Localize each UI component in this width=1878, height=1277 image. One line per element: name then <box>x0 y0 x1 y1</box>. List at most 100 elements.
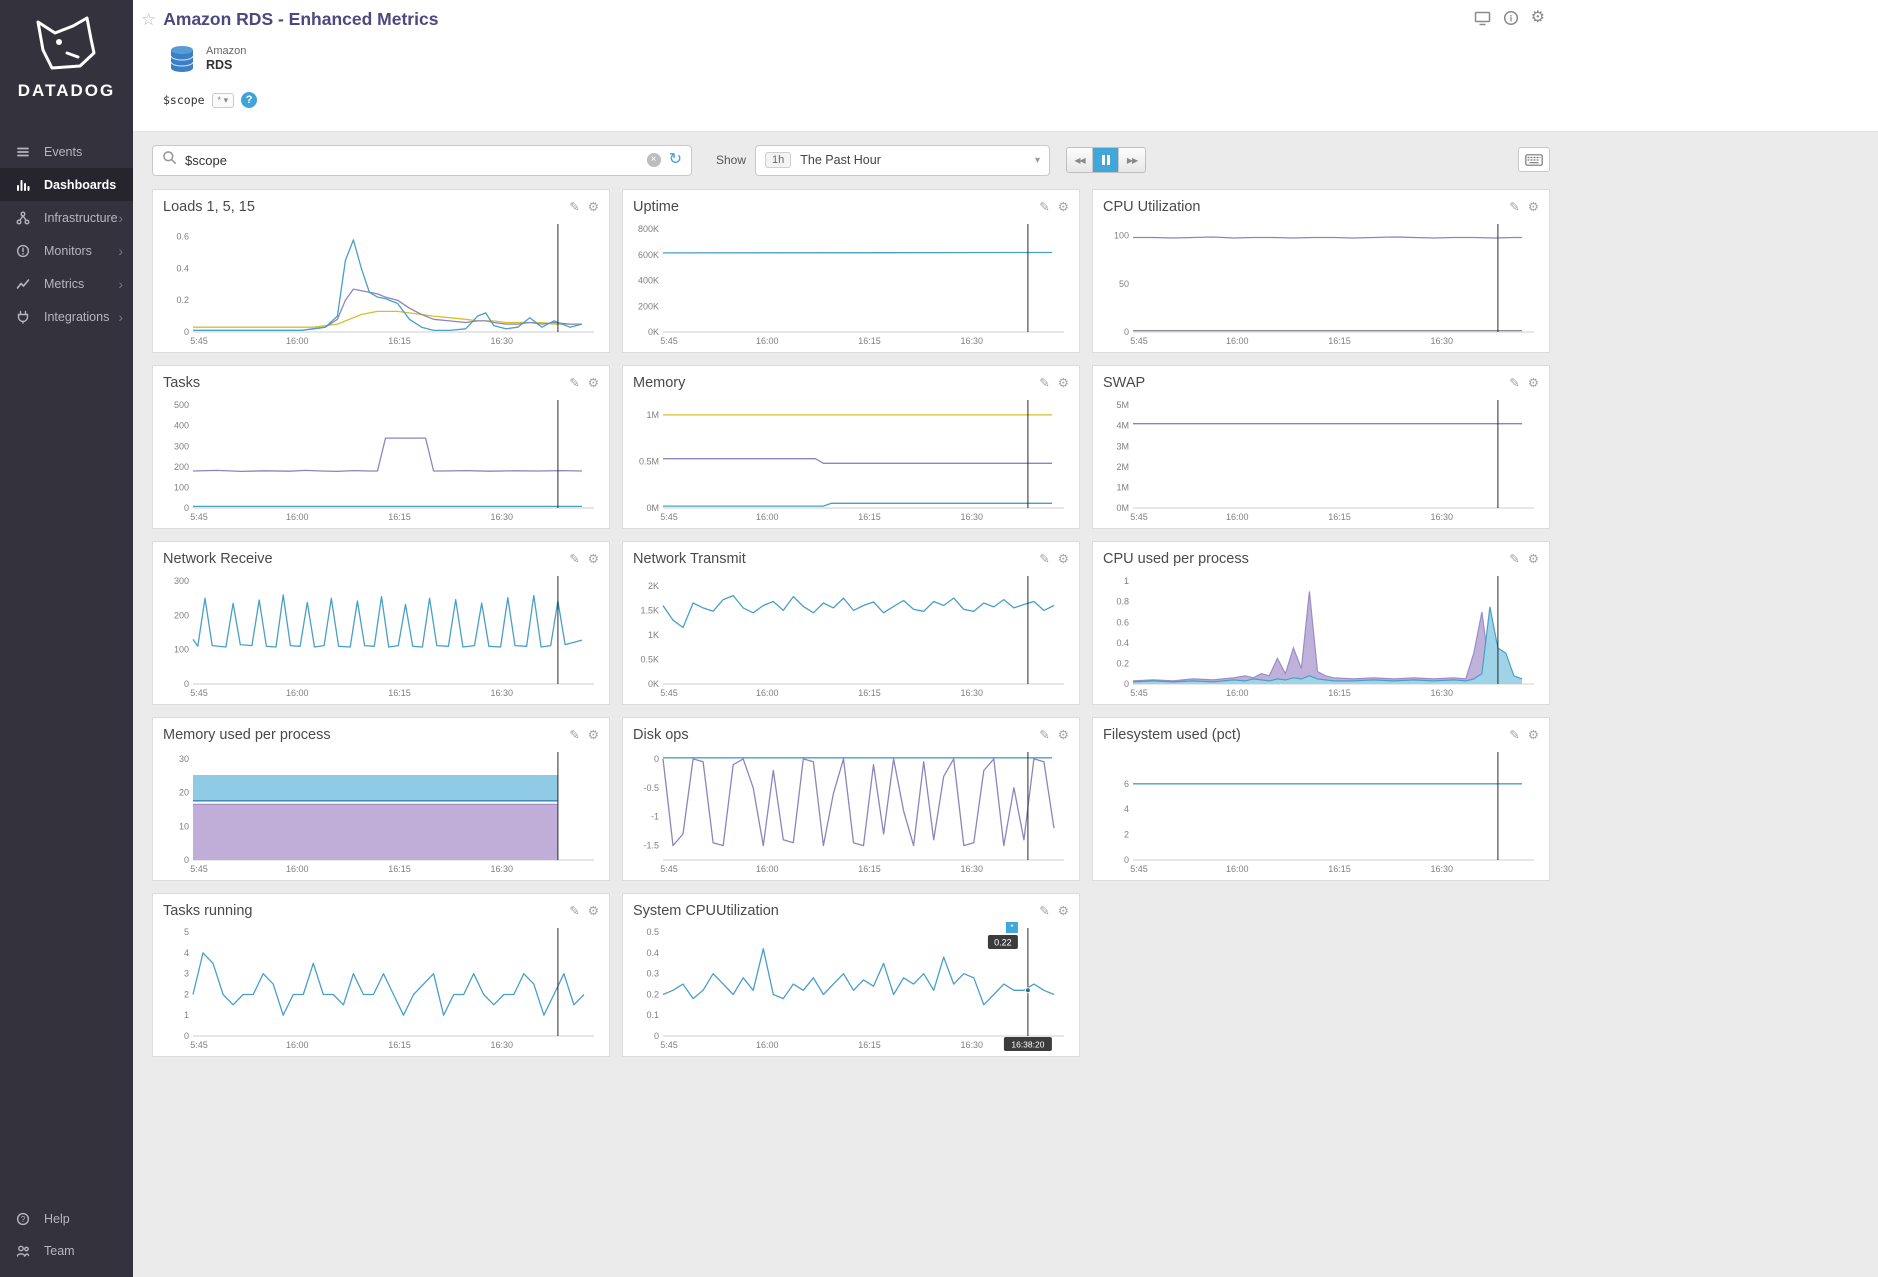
svg-text:0.5: 0.5 <box>646 927 659 937</box>
search-icon <box>162 150 177 170</box>
time-range-select[interactable]: 1h The Past Hour ▾ <box>755 145 1050 176</box>
chart-settings-gear-icon[interactable]: ⚙ <box>588 377 599 390</box>
chart-card-cpu-per-process: CPU used per process✎⚙00.20.40.60.815:45… <box>1092 541 1550 705</box>
sidebar-item-team[interactable]: Team <box>0 1235 133 1267</box>
svg-text:50: 50 <box>1119 279 1129 289</box>
svg-text:16:30: 16:30 <box>491 688 514 698</box>
tv-mode-icon[interactable] <box>1474 11 1491 26</box>
charts-grid: Loads 1, 5, 15✎⚙00.20.40.65:4516:0016:15… <box>152 189 1563 1057</box>
sidebar-item-help[interactable]: ? Help <box>0 1203 133 1235</box>
svg-text:-1: -1 <box>651 812 659 822</box>
svg-text:*: * <box>1010 923 1013 932</box>
svg-text:400: 400 <box>174 421 189 431</box>
sidebar-item-integrations[interactable]: Integrations › <box>0 300 133 333</box>
edit-chart-pencil-icon[interactable]: ✎ <box>1509 377 1519 390</box>
svg-text:16:15: 16:15 <box>858 1040 881 1050</box>
sidebar-item-metrics[interactable]: Metrics › <box>0 267 133 300</box>
sidebar-item-label: Dashboards <box>44 178 116 192</box>
svg-text:2K: 2K <box>648 581 659 591</box>
svg-text:1: 1 <box>184 1010 189 1020</box>
chart-plot-loads[interactable]: 00.20.40.65:4516:0016:1516:30 <box>163 218 599 348</box>
sidebar-item-monitors[interactable]: Monitors › <box>0 234 133 267</box>
chart-settings-gear-icon[interactable]: ⚙ <box>588 729 599 742</box>
chart-plot-cpu-per-process[interactable]: 00.20.40.60.815:4516:0016:1516:30 <box>1103 570 1539 700</box>
template-variable-selector[interactable]: * ▾ <box>212 93 235 108</box>
chart-plot-disk-ops[interactable]: 0-0.5-1-1.55:4516:0016:1516:30 <box>633 746 1069 876</box>
edit-chart-pencil-icon[interactable]: ✎ <box>1039 377 1049 390</box>
chart-plot-memory-per-process[interactable]: 01020305:4516:0016:1516:30 <box>163 746 599 876</box>
chart-card-network-receive: Network Receive✎⚙01002003005:4516:0016:1… <box>152 541 610 705</box>
chart-settings-gear-icon[interactable]: ⚙ <box>1058 201 1069 214</box>
chart-plot-swap[interactable]: 0M1M2M3M4M5M5:4516:0016:1516:30 <box>1103 394 1539 524</box>
chevron-right-icon: › <box>118 277 123 291</box>
chart-plot-filesystem-used[interactable]: 02465:4516:0016:1516:30 <box>1103 746 1539 876</box>
sidebar-item-events[interactable]: Events <box>0 135 133 168</box>
edit-chart-pencil-icon[interactable]: ✎ <box>569 553 579 566</box>
pause-button[interactable] <box>1093 148 1119 172</box>
svg-text:10: 10 <box>179 821 189 831</box>
svg-text:16:30: 16:30 <box>961 688 984 698</box>
edit-chart-pencil-icon[interactable]: ✎ <box>1039 553 1049 566</box>
info-icon[interactable]: i <box>1503 10 1519 26</box>
page-header: ☆ Amazon RDS - Enhanced Metrics i ⚙ Amaz… <box>133 0 1878 132</box>
svg-text:5:45: 5:45 <box>660 336 678 346</box>
edit-chart-pencil-icon[interactable]: ✎ <box>1509 201 1519 214</box>
template-variable-help-icon[interactable]: ? <box>241 92 257 108</box>
chart-settings-gear-icon[interactable]: ⚙ <box>1058 553 1069 566</box>
chart-settings-gear-icon[interactable]: ⚙ <box>1528 553 1539 566</box>
page-title: Amazon RDS - Enhanced Metrics <box>163 9 438 30</box>
svg-text:1M: 1M <box>1116 482 1129 492</box>
search-input[interactable] <box>185 153 639 168</box>
svg-text:0: 0 <box>1124 679 1129 689</box>
chart-plot-uptime[interactable]: 0K200K400K600K800K5:4516:0016:1516:30 <box>633 218 1069 348</box>
edit-chart-pencil-icon[interactable]: ✎ <box>569 201 579 214</box>
chevron-down-icon: ▾ <box>1035 155 1040 166</box>
svg-text:1.5K: 1.5K <box>640 605 659 615</box>
edit-chart-pencil-icon[interactable]: ✎ <box>1509 553 1519 566</box>
chart-plot-network-receive[interactable]: 01002003005:4516:0016:1516:30 <box>163 570 599 700</box>
chart-plot-memory[interactable]: 0M0.5M1M5:4516:0016:1516:30 <box>633 394 1069 524</box>
refresh-icon[interactable]: ↻ <box>669 152 682 168</box>
chart-plot-system-cpu[interactable]: 00.10.20.30.40.55:4516:0016:1516:30*0.22… <box>633 922 1069 1052</box>
edit-chart-pencil-icon[interactable]: ✎ <box>569 729 579 742</box>
sidebar-item-label: Team <box>44 1244 75 1258</box>
edit-chart-pencil-icon[interactable]: ✎ <box>1509 729 1519 742</box>
chart-settings-gear-icon[interactable]: ⚙ <box>588 553 599 566</box>
chart-plot-network-transmit[interactable]: 0K0.5K1K1.5K2K5:4516:0016:1516:30 <box>633 570 1069 700</box>
chart-settings-gear-icon[interactable]: ⚙ <box>1528 201 1539 214</box>
favorite-star-icon[interactable]: ☆ <box>141 10 156 30</box>
chart-settings-gear-icon[interactable]: ⚙ <box>588 201 599 214</box>
chart-settings-gear-icon[interactable]: ⚙ <box>1058 377 1069 390</box>
chevron-right-icon: › <box>118 211 123 225</box>
keyboard-shortcuts-button[interactable] <box>1518 147 1550 172</box>
sidebar-item-label: Metrics <box>44 277 84 291</box>
forward-button[interactable]: ▶▶ <box>1119 148 1145 172</box>
chart-plot-tasks-running[interactable]: 0123455:4516:0016:1516:30 <box>163 922 599 1052</box>
sidebar-item-infrastructure[interactable]: Infrastructure › <box>0 201 133 234</box>
chart-settings-gear-icon[interactable]: ⚙ <box>588 905 599 918</box>
svg-text:16:00: 16:00 <box>286 688 309 698</box>
integrations-icon <box>16 310 38 324</box>
edit-chart-pencil-icon[interactable]: ✎ <box>1039 729 1049 742</box>
integration-name-line2: RDS <box>206 58 246 72</box>
sidebar-item-dashboards[interactable]: Dashboards <box>0 168 133 201</box>
chart-plot-tasks[interactable]: 01002003004005005:4516:0016:1516:30 <box>163 394 599 524</box>
chart-settings-gear-icon[interactable]: ⚙ <box>1528 729 1539 742</box>
edit-chart-pencil-icon[interactable]: ✎ <box>1039 905 1049 918</box>
clear-search-icon[interactable]: × <box>647 153 661 167</box>
chart-settings-gear-icon[interactable]: ⚙ <box>1528 377 1539 390</box>
svg-text:16:30: 16:30 <box>1431 336 1454 346</box>
rewind-button[interactable]: ◀◀ <box>1067 148 1093 172</box>
svg-text:16:00: 16:00 <box>286 336 309 346</box>
edit-chart-pencil-icon[interactable]: ✎ <box>569 905 579 918</box>
edit-chart-pencil-icon[interactable]: ✎ <box>569 377 579 390</box>
edit-chart-pencil-icon[interactable]: ✎ <box>1039 201 1049 214</box>
settings-gear-icon[interactable]: ⚙ <box>1531 10 1545 26</box>
svg-text:200K: 200K <box>638 301 659 311</box>
chart-card-memory-per-process: Memory used per process✎⚙01020305:4516:0… <box>152 717 610 881</box>
chart-settings-gear-icon[interactable]: ⚙ <box>1058 729 1069 742</box>
svg-text:16:00: 16:00 <box>756 1040 779 1050</box>
chart-settings-gear-icon[interactable]: ⚙ <box>1058 905 1069 918</box>
chart-plot-cpu-utilization[interactable]: 0501005:4516:0016:1516:30 <box>1103 218 1539 348</box>
svg-text:16:15: 16:15 <box>388 1040 411 1050</box>
